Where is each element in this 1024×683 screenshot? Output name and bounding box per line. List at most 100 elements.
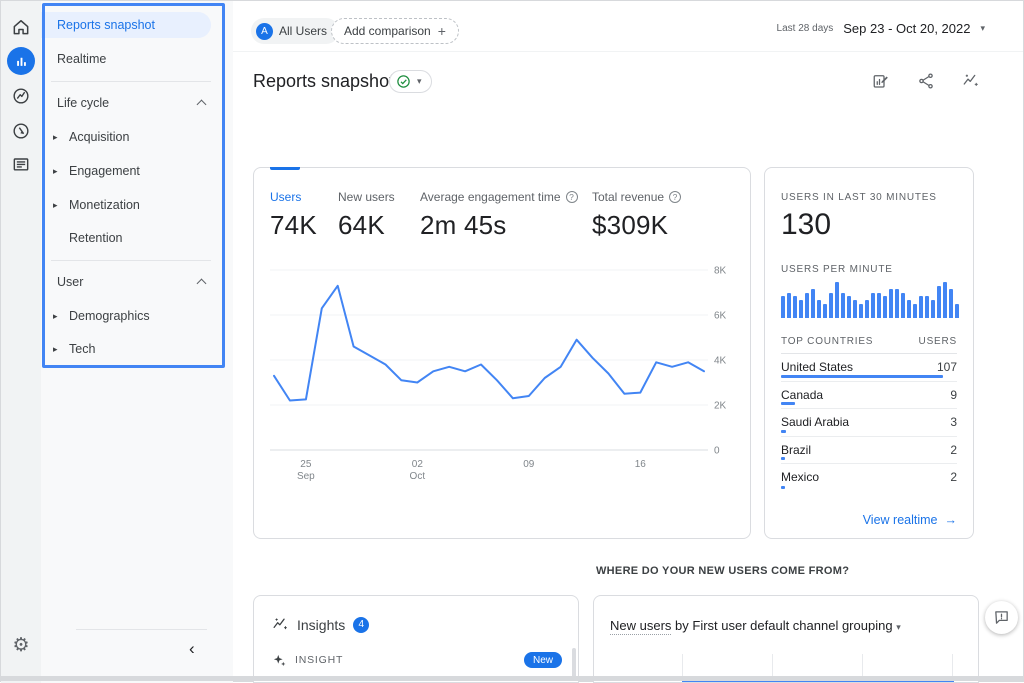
per-minute-bar <box>895 289 899 318</box>
sidebar-divider <box>51 260 211 261</box>
reports-nav-button[interactable] <box>1 47 41 75</box>
advertising-icon <box>11 121 31 141</box>
sidebar-item-tech[interactable]: ▸ Tech <box>41 336 233 362</box>
library-nav-button[interactable] <box>1 150 41 178</box>
caret-down-icon: ▾ <box>417 76 422 87</box>
caret-down-icon: ▾ <box>980 23 985 34</box>
add-comparison-label: Add comparison <box>344 24 431 38</box>
users-line-chart[interactable]: 02K4K6K8K25Sep02Oct0916 <box>270 260 736 495</box>
svg-text:02: 02 <box>412 459 424 470</box>
metric-tab-total-revenue[interactable]: Total revenue? $309K <box>592 190 681 241</box>
share-report-button[interactable] <box>916 71 936 91</box>
explore-nav-button[interactable] <box>1 82 41 110</box>
help-icon[interactable]: ? <box>669 191 681 203</box>
page-title: Reports snapshot <box>253 71 394 92</box>
svg-text:6K: 6K <box>714 311 727 322</box>
sidebar-item-monetization[interactable]: ▸ Monetization <box>41 192 233 218</box>
sidebar-item-engagement[interactable]: ▸ Engagement <box>41 158 233 184</box>
collapse-sidebar-button[interactable]: ‹ <box>189 639 195 659</box>
per-minute-bar <box>901 293 905 318</box>
per-minute-bar <box>883 296 887 318</box>
channel-chart-title-dropdown[interactable]: New users by First user default channel … <box>610 618 901 633</box>
insights-panel-button[interactable] <box>961 71 981 91</box>
users-30min-value: 130 <box>781 208 831 242</box>
date-preset-label: Last 28 days <box>777 23 834 34</box>
report-actions <box>871 71 981 91</box>
sidebar-item-label: Tech <box>69 336 95 362</box>
view-realtime-label: View realtime <box>863 513 938 527</box>
insights-title[interactable]: Insights <box>297 617 345 633</box>
users-per-minute-label: USERS PER MINUTE <box>781 264 893 275</box>
section-title: Life cycle <box>57 96 109 110</box>
report-status-pill[interactable]: ▾ <box>389 70 432 93</box>
sidebar-item-label: Monetization <box>69 192 140 218</box>
audience-chip-all-users[interactable]: A All Users <box>251 18 339 44</box>
home-nav-button[interactable] <box>1 13 41 41</box>
help-icon[interactable]: ? <box>566 191 578 203</box>
per-minute-bar <box>793 296 797 318</box>
sidebar-item-acquisition[interactable]: ▸ Acquisition <box>41 124 233 150</box>
sidebar-item-realtime[interactable]: Realtime <box>41 46 211 72</box>
sidebar-section-user[interactable]: User <box>41 269 233 295</box>
country-name: Canada <box>781 388 823 402</box>
per-minute-bar <box>943 282 947 318</box>
users-column-header: USERS <box>919 336 957 347</box>
expand-arrow-icon: ▸ <box>53 303 58 329</box>
country-row[interactable]: Canada 9 <box>781 382 957 410</box>
country-row[interactable]: Brazil2 <box>781 437 957 465</box>
explore-icon <box>11 86 31 106</box>
sidebar-item-retention[interactable]: Retention <box>41 225 233 251</box>
svg-text:09: 09 <box>523 459 535 470</box>
insights-icon <box>272 616 289 633</box>
per-minute-bar <box>835 282 839 318</box>
country-users-value: 3 <box>950 415 957 429</box>
admin-settings-button[interactable]: ⚙ <box>1 631 41 659</box>
metric-label: Total revenue <box>592 190 664 204</box>
country-row[interactable]: Saudi Arabia3 <box>781 409 957 437</box>
per-minute-bar <box>907 300 911 318</box>
country-row[interactable]: Mexico2 <box>781 464 957 492</box>
home-icon <box>11 17 31 37</box>
metric-value: $309K <box>592 210 681 241</box>
add-comparison-button[interactable]: Add comparison + <box>331 18 459 44</box>
sidebar-item-label: Retention <box>69 225 123 251</box>
country-row[interactable]: United States107 <box>781 354 957 382</box>
metric-tab-users[interactable]: Users 74K <box>270 190 317 241</box>
metric-tab-avg-engagement-time[interactable]: Average engagement time? 2m 45s <box>420 190 578 241</box>
sidebar-item-label: Engagement <box>69 158 140 184</box>
sidebar-item-reports-snapshot[interactable]: Reports snapshot <box>41 12 211 38</box>
sidebar-item-demographics[interactable]: ▸ Demographics <box>41 303 233 329</box>
chevron-up-icon <box>197 100 207 110</box>
svg-text:4K: 4K <box>714 356 727 367</box>
date-range-value: Sep 23 - Oct 20, 2022 <box>843 21 970 36</box>
insights-icon <box>962 72 980 90</box>
share-icon <box>917 72 935 90</box>
scrollbar-thumb[interactable] <box>572 648 576 678</box>
sidebar-section-life-cycle[interactable]: Life cycle <box>41 90 233 116</box>
per-minute-bar <box>955 304 959 318</box>
metric-tab-new-users[interactable]: New users 64K <box>338 190 395 241</box>
window-scrollbar-strip[interactable] <box>1 676 1023 681</box>
topbar-divider <box>233 51 1023 52</box>
metric-label: New users <box>338 190 395 204</box>
per-minute-bar <box>841 293 845 318</box>
country-bar <box>781 430 786 433</box>
per-minute-bar <box>919 296 923 318</box>
per-minute-bar <box>853 300 857 318</box>
country-users-value: 9 <box>950 388 957 402</box>
svg-text:25: 25 <box>300 459 312 470</box>
audience-avatar: A <box>256 23 273 40</box>
customize-report-button[interactable] <box>871 71 891 91</box>
insight-row-label: INSIGHT <box>295 654 343 666</box>
bar-chart-icon <box>7 47 35 75</box>
library-icon <box>11 154 31 174</box>
top-countries-header: TOP COUNTRIES <box>781 336 873 347</box>
advertising-nav-button[interactable] <box>1 117 41 145</box>
feedback-button[interactable] <box>985 601 1018 634</box>
country-users-value: 2 <box>950 470 957 484</box>
users-per-minute-bar-chart[interactable] <box>781 282 959 318</box>
view-realtime-link[interactable]: View realtime → <box>863 513 957 527</box>
date-range-picker[interactable]: Last 28 days Sep 23 - Oct 20, 2022 ▾ <box>777 21 985 36</box>
realtime-card: USERS IN LAST 30 MINUTES 130 USERS PER M… <box>764 167 974 539</box>
per-minute-bar <box>949 289 953 318</box>
